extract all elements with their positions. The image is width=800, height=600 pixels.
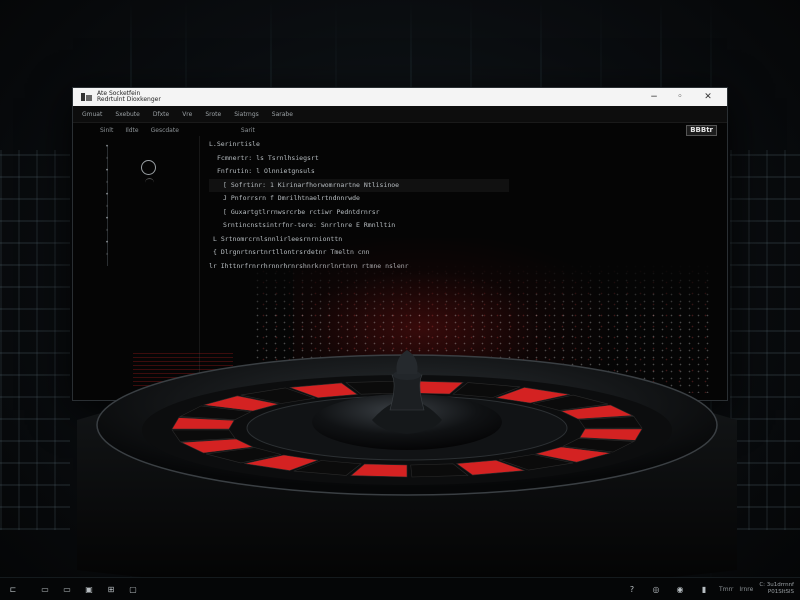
status-badge: BBBtr [686,125,717,136]
code-line: [ Guxartgtlrrnwsrcrbe rctiwr Pedntdrnrsr [223,207,380,216]
battery-icon[interactable]: ▮ [695,582,713,596]
code-line: L.Serinrtisle [209,140,260,148]
tree-node[interactable] [104,192,110,198]
user-avatar-icon[interactable] [141,160,156,179]
roulette-wheel [72,340,742,590]
taskbar-app-icon[interactable]: ▣ [80,582,98,596]
code-line: Fnfrutin: l Olnnietgnsuls [217,167,315,175]
tree-node[interactable] [104,204,110,210]
taskbar: ⊏ ▭ ▭ ▣ ⊞ ▢ ? ◎ ◉ ▮ Tmrr Irnre C: 3u1drr… [0,577,800,600]
roulette-wheel-graphic [77,350,737,590]
tree-node[interactable] [104,180,110,186]
network-icon[interactable]: ◎ [647,582,665,596]
window-subtitle: Redrtulnt Dioxkenger [97,96,161,103]
tree-node[interactable] [104,228,110,234]
menu-bar: Gmuat Sxebute Dfxte Vre Srote Siatrngs S… [73,106,727,123]
toolbar-item[interactable]: Gescdate [151,127,179,134]
menu-item[interactable]: Gmuat [82,111,102,118]
menu-item[interactable]: Sxebute [115,111,140,118]
toolbar-item[interactable]: Sinlt [100,127,113,134]
wallpaper-circuit-left [0,150,70,530]
menu-item[interactable]: Srote [205,111,221,118]
close-button[interactable]: ✕ [695,88,721,106]
clock-line: C: 3u1drrnnf [759,582,794,588]
toolbar: Sinlt Ildte Gescdate Sarit BBBtr [73,123,727,137]
menu-item[interactable]: Siatrngs [234,111,259,118]
menu-item[interactable]: Vre [182,111,192,118]
tree-node[interactable] [104,168,110,174]
wheel-turret-knob [396,350,418,374]
start-button-icon[interactable]: ⊏ [4,582,22,596]
volume-icon[interactable]: ◉ [671,582,689,596]
clock-line: P01SItSlS [767,589,794,595]
app-logo-icon [81,92,93,102]
window-title-block: Ate Socketfein Redrtulnt Dioxkenger [97,91,161,103]
tree-node[interactable] [104,156,110,162]
tree-node[interactable] [104,240,110,246]
taskbar-app-icon[interactable]: ▢ [124,582,142,596]
code-line: Srntincnstsintrfnr-tere: Snrrlnre E Rmnl… [223,221,396,229]
taskbar-apps: ▭ ▭ ▣ ⊞ ▢ [36,582,142,596]
system-tray: ? ◎ ◉ ▮ Tmrr Irnre C: 3u1drrnnf P01SItSl… [623,582,800,596]
menu-item[interactable]: Dfxte [153,111,169,118]
window-titlebar[interactable]: Ate Socketfein Redrtulnt Dioxkenger − ◦ … [73,88,727,106]
tree-node[interactable] [104,144,110,150]
tray-chevron-icon[interactable]: ? [623,582,641,596]
taskbar-app-icon[interactable]: ▭ [36,582,54,596]
maximize-button[interactable]: ◦ [667,88,693,106]
taskbar-app-icon[interactable]: ▭ [58,582,76,596]
tray-label[interactable]: Irnre [739,586,753,593]
minimize-button[interactable]: − [641,88,667,106]
code-line: J Pnforrsrn f Dmrilhtnaelrtndnnrwde [223,194,360,202]
system-clock[interactable]: C: 3u1drrnnf P01SItSlS [759,582,794,596]
tray-label[interactable]: Tmrr [719,586,733,593]
tree-node[interactable] [104,216,110,222]
menu-item[interactable]: Sarabe [272,111,293,118]
toolbar-item[interactable]: Ildte [125,127,138,134]
code-line: [ Sofrtinr: 1 Kirinarfhorwomrnartne Ntli… [209,178,509,192]
code-line: Fcmnertr: ls Tsrnlhsiegsrt [217,153,319,162]
wheel-turret-stem [389,374,425,411]
tree-node[interactable] [104,252,110,258]
taskbar-app-icon[interactable]: ⊞ [102,582,120,596]
toolbar-item[interactable]: Sarit [241,127,255,134]
